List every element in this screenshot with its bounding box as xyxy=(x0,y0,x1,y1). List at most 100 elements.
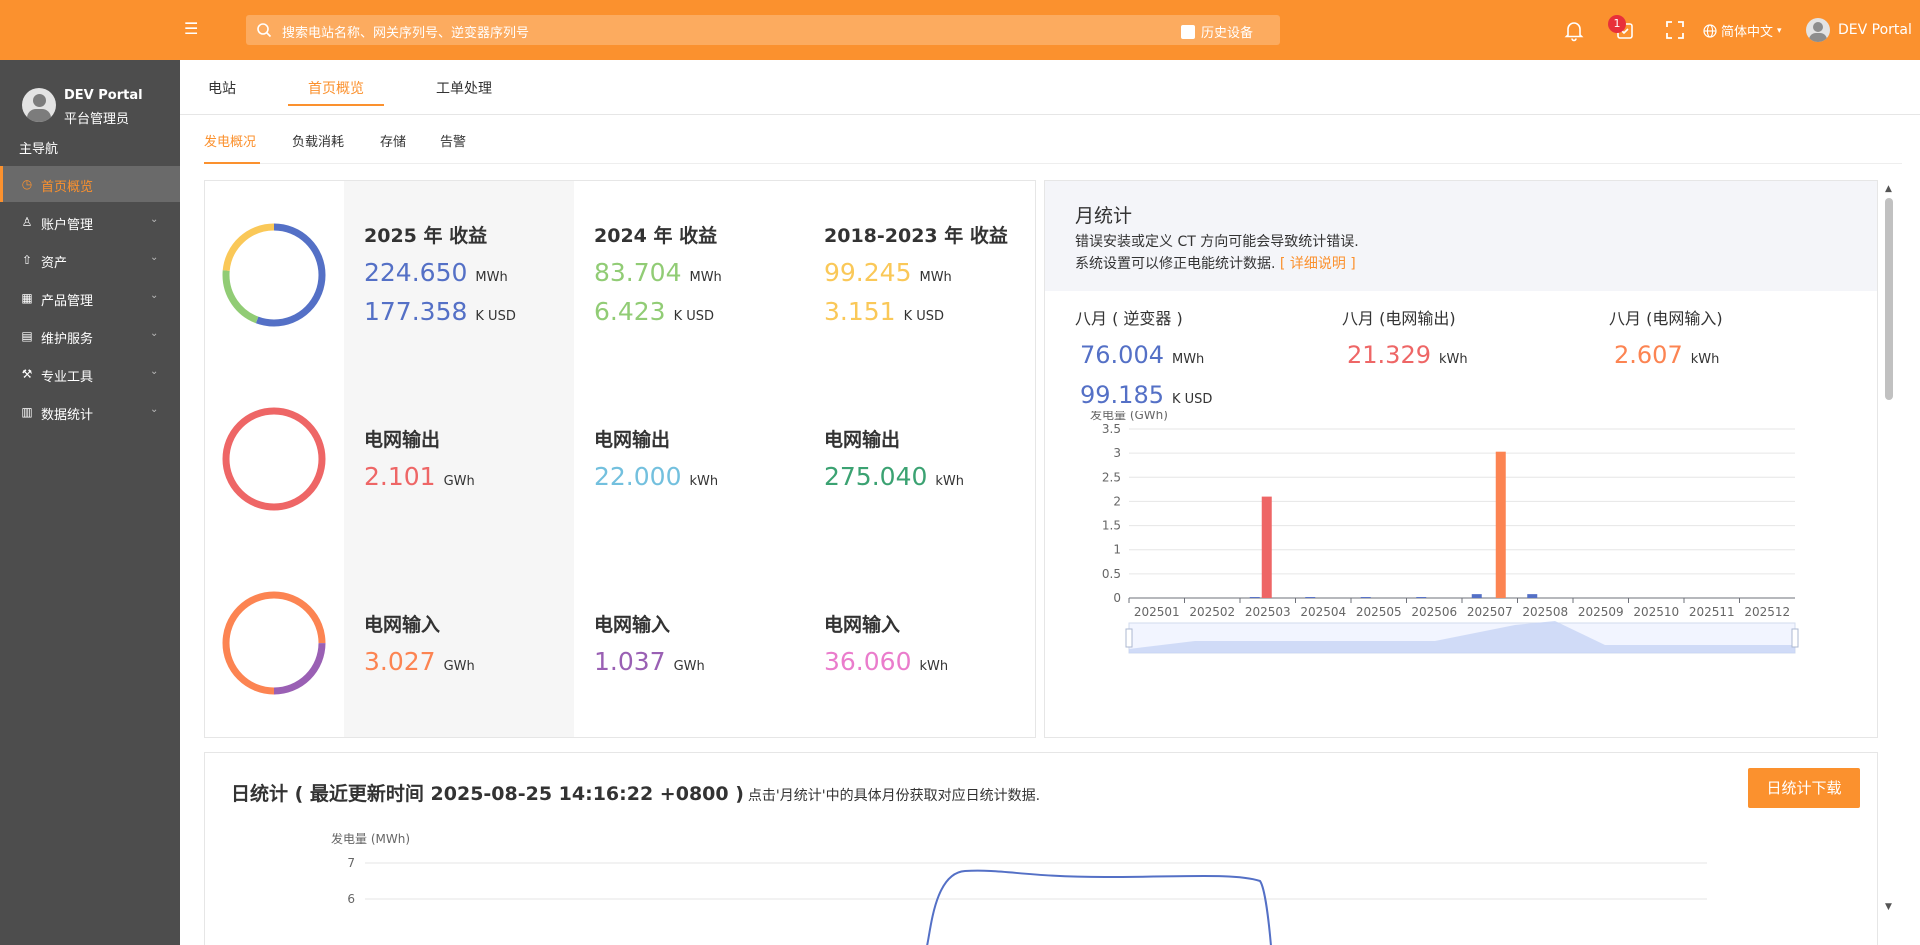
y-tick-label: 3 xyxy=(1113,446,1121,460)
stat-2024-revenue: 2024 年 收益 83.704 MWh 6.423 K USD xyxy=(594,221,722,326)
sidebar-item-statistics[interactable]: ▥ 数据统计 ⌄ xyxy=(0,394,180,430)
language-selector[interactable]: 简体中文 ▾ xyxy=(1703,21,1782,40)
stat-unit: kWh xyxy=(689,474,719,489)
stat-value: 177.358 xyxy=(364,297,468,326)
sidebar-item-tools[interactable]: ⚒ 专业工具 ⌄ xyxy=(0,356,180,392)
x-tick-label: 202506 xyxy=(1411,605,1457,619)
sub-tabs: 发电概况 负载消耗 存储 告警 xyxy=(180,115,1920,165)
monthly-note: 系统设置可以修正电能统计数据. [ 详细说明 ] xyxy=(1075,253,1356,273)
stat-value: 83.704 xyxy=(594,258,682,287)
stat-title: 电网输入 xyxy=(594,614,671,636)
stat-title: 电网输入 xyxy=(364,614,441,636)
sidebar-item-home[interactable]: ◷ 首页概览 xyxy=(0,166,180,202)
sidebar-user-role: 平台管理员 xyxy=(64,112,130,127)
stat-grid-input-2: 电网输入 1.037 GWh xyxy=(594,610,705,676)
y-tick-label: 3.5 xyxy=(1102,422,1121,436)
stat-title: 电网输出 xyxy=(364,429,441,451)
tab-storage[interactable]: 存储 xyxy=(380,131,406,150)
sidebar-item-label: 专业工具 xyxy=(41,370,94,385)
user-menu[interactable]: DEV Portal xyxy=(1806,18,1912,42)
stat-title: 电网输出 xyxy=(594,429,671,451)
tab-home-overview[interactable]: 首页概览 xyxy=(308,78,364,98)
stat-unit: K USD xyxy=(903,309,945,324)
sidebar-item-maintenance[interactable]: ▤ 维护服务 ⌄ xyxy=(0,318,180,354)
y-tick-label: 0.5 xyxy=(1102,567,1121,581)
tab-work-orders[interactable]: 工单处理 xyxy=(436,78,492,98)
y-axis-label: 发电量 (GWh) xyxy=(1090,411,1168,422)
stat-unit: MWh xyxy=(919,270,952,285)
sidebar-item-assets[interactable]: ⇧ 资产 ⌄ xyxy=(0,242,180,278)
active-subtab-indicator xyxy=(204,162,260,164)
zoom-handle-right xyxy=(1791,628,1799,648)
x-tick-label: 202512 xyxy=(1744,605,1790,619)
stat-grid-output-3: 电网输出 275.040 kWh xyxy=(824,425,964,491)
stat-unit: K USD xyxy=(1171,392,1213,407)
stat-unit: kWh xyxy=(1438,352,1468,367)
sidebar-item-label: 数据统计 xyxy=(41,408,94,423)
sidebar-item-accounts[interactable]: ♙ 账户管理 ⌄ xyxy=(0,204,180,240)
tab-generation[interactable]: 发电概况 xyxy=(204,131,256,150)
stat-title: 2024 年 收益 xyxy=(594,225,718,247)
daily-download-button[interactable]: 日统计下载 xyxy=(1748,768,1860,808)
x-tick-label: 202511 xyxy=(1689,605,1735,619)
language-label: 简体中文 xyxy=(1721,25,1774,40)
bell-icon[interactable] xyxy=(1562,18,1586,42)
x-tick-label: 202504 xyxy=(1300,605,1346,619)
search-input[interactable]: 搜索电站名称、网关序列号、逆变器序列号 xyxy=(282,22,529,41)
scroll-thumb[interactable] xyxy=(1885,198,1893,400)
fullscreen-icon[interactable] xyxy=(1665,20,1685,40)
daily-line-chart: 发电量 (MWh) 7 6 xyxy=(331,833,1707,945)
stat-value: 2.607 xyxy=(1614,341,1683,369)
y-tick-label: 7 xyxy=(347,856,355,870)
tab-alarms[interactable]: 告警 xyxy=(440,131,466,150)
x-tick-label: 202507 xyxy=(1467,605,1513,619)
menu-toggle-icon[interactable]: ☰ xyxy=(184,20,202,38)
x-tick-label: 202503 xyxy=(1245,605,1291,619)
stat-value: 99.185 xyxy=(1080,381,1164,409)
stat-value: 2.101 xyxy=(364,462,436,491)
stat-grid-output-1: 电网输出 2.101 GWh xyxy=(364,425,475,491)
chevron-down-icon: ▾ xyxy=(1777,25,1782,36)
stat-unit: GWh xyxy=(443,474,475,489)
stat-unit: MWh xyxy=(689,270,722,285)
monthly-note-text: 系统设置可以修正电能统计数据. xyxy=(1075,256,1276,272)
stat-value: 1.037 xyxy=(594,647,666,676)
grid-output-donut xyxy=(222,407,326,511)
daily-note: 点击'月统计'中的具体月份获取对应日统计数据. xyxy=(747,788,1041,804)
active-tab-indicator xyxy=(288,104,384,106)
y-tick-label: 2.5 xyxy=(1102,470,1121,484)
y-tick-label: 2 xyxy=(1113,494,1121,508)
scroll-up-icon[interactable]: ▲ xyxy=(1885,184,1892,194)
stat-2018-2023-revenue: 2018-2023 年 收益 99.245 MWh 3.151 K USD xyxy=(824,221,1008,326)
monthly-note: 错误安装或定义 CT 方向可能会导致统计错误. xyxy=(1075,234,1359,250)
chevron-down-icon: ⌄ xyxy=(150,404,159,415)
rocket-icon: ⇧ xyxy=(21,253,33,267)
month-stat-grid-input: 八月 (电网输入) 2.607 kWh xyxy=(1609,305,1723,369)
search-bar[interactable]: 搜索电站名称、网关序列号、逆变器序列号 历史设备 xyxy=(246,15,1280,45)
scroll-down-icon[interactable]: ▼ xyxy=(1885,902,1892,912)
wrench-doc-icon: ▤ xyxy=(21,329,33,343)
scrollbar[interactable]: ▲ ▼ xyxy=(1880,180,1898,920)
bar xyxy=(1249,597,1260,598)
stat-grid-input-3: 电网输入 36.060 kWh xyxy=(824,610,948,676)
stat-unit: K USD xyxy=(475,309,516,324)
sidebar-item-label: 首页概览 xyxy=(41,180,94,195)
stat-2025-revenue: 2025 年 收益 224.650 MWh 177.358 K USD xyxy=(364,221,516,326)
monthly-bar-chart[interactable]: 发电量 (GWh) 0 0.5 1 1.5 2 2.5 3 3.5 202501 202502 202… xyxy=(1045,411,1877,737)
history-device-toggle[interactable]: 历史设备 xyxy=(1181,22,1253,41)
stat-grid-input-1: 电网输入 3.027 GWh xyxy=(364,610,475,676)
tab-stations[interactable]: 电站 xyxy=(208,78,236,98)
bar xyxy=(1360,597,1371,598)
x-tick-label: 202501 xyxy=(1134,605,1180,619)
stat-value: 22.000 xyxy=(594,462,682,491)
stat-grid-output-2: 电网输出 22.000 kWh xyxy=(594,425,718,491)
bar xyxy=(1495,451,1506,598)
stat-title: 电网输出 xyxy=(824,429,901,451)
stat-title: 八月 (电网输出) xyxy=(1342,309,1456,328)
tab-load[interactable]: 负载消耗 xyxy=(292,131,344,150)
details-link[interactable]: [ 详细说明 ] xyxy=(1280,256,1356,272)
stat-value: 224.650 xyxy=(364,258,468,287)
sidebar-item-products[interactable]: ▦ 产品管理 ⌄ xyxy=(0,280,180,316)
history-checkbox[interactable] xyxy=(1181,24,1195,39)
stat-unit: kWh xyxy=(1690,352,1720,367)
